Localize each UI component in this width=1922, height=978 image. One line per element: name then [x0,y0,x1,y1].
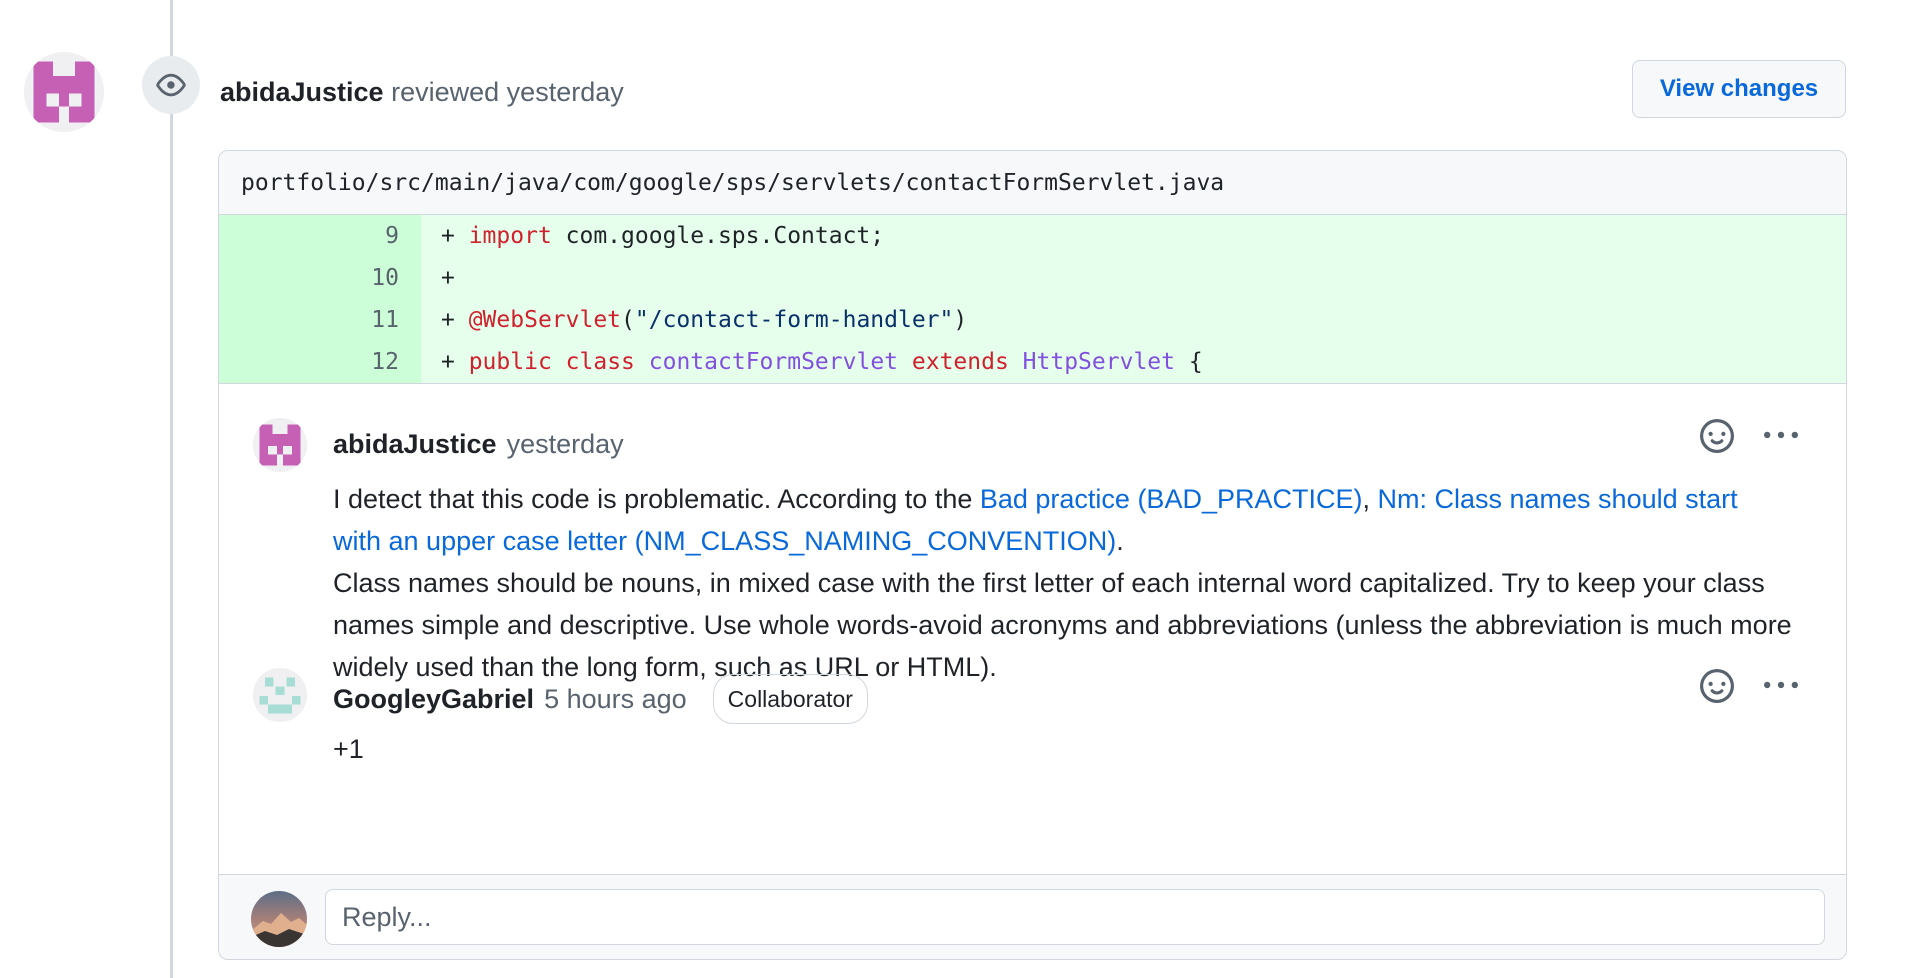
diff-line-number[interactable]: 11 [219,299,421,341]
view-changes-button[interactable]: View changes [1632,60,1846,118]
diff-line: 9 + import com.google.sps.Contact; [219,215,1846,257]
comment-separator: , [1362,484,1378,514]
comment-author-avatar[interactable] [253,418,307,472]
code-token: extends [911,349,1009,375]
diff-add-marker: + [441,265,469,291]
kebab-menu-icon[interactable] [1763,668,1799,704]
reviewer-avatar[interactable] [24,52,104,132]
diff-line: 12 + public class contactFormServlet exte… [219,341,1846,383]
reply-bar [219,874,1846,959]
comment-period: . [1116,526,1124,556]
review-time[interactable]: yesterday [507,77,624,107]
comment-header: abidaJustice yesterday [333,424,624,464]
code-token: HttpServlet [1022,349,1175,375]
comment-body: I detect that this code is problematic. … [333,478,1793,688]
diff-line-number[interactable]: 12 [219,341,421,383]
code-token: ( [621,307,635,333]
diff-line-number[interactable]: 9 [219,215,421,257]
comment-detail-text: Class names should be nouns, in mixed ca… [333,568,1792,682]
diff-line-code: + [421,257,1846,299]
code-token: "/contact-form-handler" [634,307,954,333]
reply-input[interactable] [325,889,1825,945]
code-token: com.google.sps.Contact; [551,223,885,249]
file-path[interactable]: portfolio/src/main/java/com/google/sps/s… [219,151,1846,215]
smiley-icon[interactable] [1699,668,1735,704]
review-header: abidaJustice reviewed yesterday [220,74,624,110]
review-thread: portfolio/src/main/java/com/google/sps/s… [218,150,1847,960]
diff-table: 9 + import com.google.sps.Contact; 10 + 11 +… [219,215,1846,383]
code-token: import [468,223,552,249]
diff-line-code: + @WebServlet("/contact-form-handler") [421,299,1846,341]
diff-line-code: + import com.google.sps.Contact; [421,215,1846,257]
bad-practice-link[interactable]: Bad practice (BAD_PRACTICE) [980,484,1363,514]
code-token: @WebServlet [468,307,622,333]
comment-intro-text: I detect that this code is problematic. … [333,484,980,514]
comment-author-avatar[interactable] [253,668,307,722]
diff-add-marker: + [441,307,469,333]
diff-add-marker: + [441,349,469,375]
kebab-menu-icon[interactable] [1763,418,1799,454]
diff-add-marker: + [441,223,469,249]
comment-actions [1699,418,1799,454]
comment-list: abidaJustice yesterday I detect that thi… [219,383,1846,863]
eye-icon [142,56,200,114]
comment-author[interactable]: GoogleyGabriel [333,679,534,719]
comment-header: GoogleyGabriel 5 hours ago Collaborator [333,674,868,724]
comment-actions [1699,668,1799,704]
comment-author[interactable]: abidaJustice [333,424,497,464]
diff-line: 11 + @WebServlet("/contact-form-handler") [219,299,1846,341]
code-token: { [1175,349,1203,375]
code-token: public [468,349,552,375]
code-token: class [565,349,635,375]
collaborator-badge: Collaborator [712,674,868,724]
smiley-icon[interactable] [1699,418,1735,454]
diff-line-number[interactable]: 10 [219,257,421,299]
code-token: contactFormServlet [648,349,899,375]
code-token: ) [953,307,968,333]
comment-time[interactable]: 5 hours ago [544,679,687,719]
comment-body: +1 [333,734,364,764]
review-action: reviewed [391,77,500,107]
review-author[interactable]: abidaJustice [220,77,384,107]
diff-line-code: + public class contactFormServlet extend… [421,341,1846,383]
comment-time[interactable]: yesterday [507,424,624,464]
diff-line: 10 + [219,257,1846,299]
current-user-avatar[interactable] [251,891,307,947]
timeline-line [170,0,173,978]
